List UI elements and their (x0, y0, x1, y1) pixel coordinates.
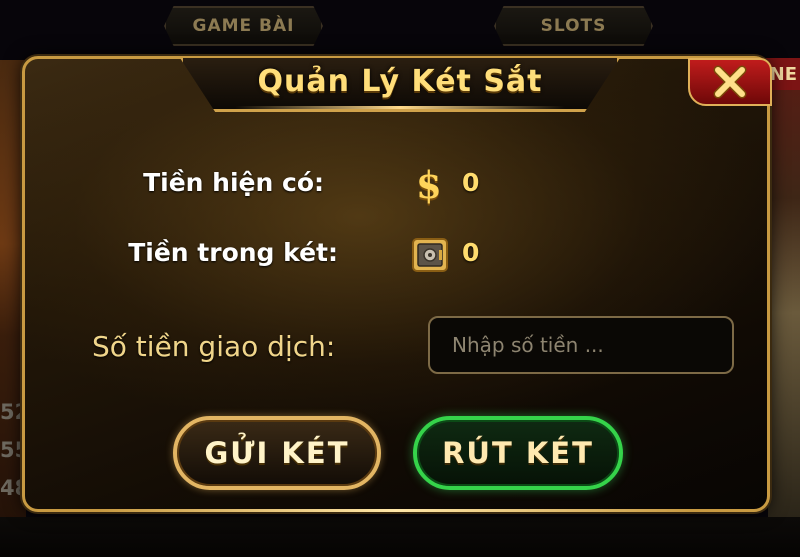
amount-label: Số tiền giao dịch: (92, 330, 336, 363)
tab-slots[interactable]: SLOTS (494, 6, 653, 46)
safe-balance-label: Tiền trong két: (128, 238, 338, 267)
withdraw-button[interactable]: RÚT KÉT (413, 416, 623, 490)
background-game-card-right (768, 60, 800, 520)
deposit-button-label: GỬI KÉT (204, 436, 350, 470)
deposit-button[interactable]: GỬI KÉT (173, 416, 381, 490)
dialog-title: Quản Lý Két Sắt (257, 64, 543, 99)
dialog-glow (99, 509, 693, 512)
safe-management-dialog (22, 56, 770, 512)
safe-balance-value: 0 (462, 238, 480, 267)
dialog-title-plate: Quản Lý Két Sắt (180, 58, 620, 112)
close-button[interactable] (688, 58, 772, 106)
background-bottom-bar (0, 517, 800, 557)
balance-label: Tiền hiện có: (143, 168, 324, 197)
amount-input[interactable] (428, 316, 734, 374)
tab-game-bai[interactable]: GAME BÀI (164, 6, 323, 46)
close-icon (713, 65, 747, 99)
dollar-icon: $ (416, 163, 442, 207)
withdraw-button-label: RÚT KÉT (442, 436, 594, 470)
balance-value: 0 (462, 168, 480, 197)
safe-icon (412, 238, 448, 272)
